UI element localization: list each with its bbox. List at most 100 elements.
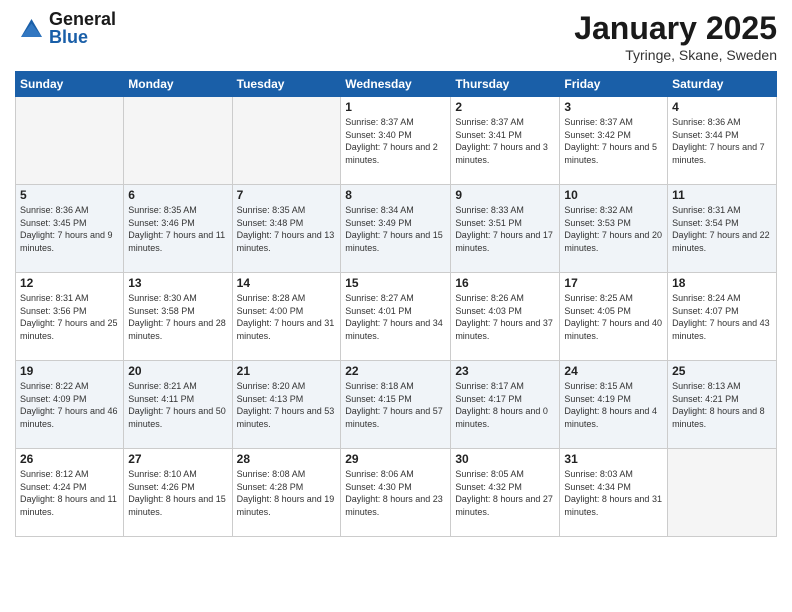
day-number: 12	[20, 276, 119, 290]
day-number: 25	[672, 364, 772, 378]
day-info: Sunrise: 8:05 AMSunset: 4:32 PMDaylight:…	[455, 468, 555, 518]
calendar-day: 3Sunrise: 8:37 AMSunset: 3:42 PMDaylight…	[560, 97, 668, 185]
calendar-day	[668, 449, 777, 537]
day-info: Sunrise: 8:31 AMSunset: 3:54 PMDaylight:…	[672, 204, 772, 254]
calendar-day: 6Sunrise: 8:35 AMSunset: 3:46 PMDaylight…	[124, 185, 232, 273]
calendar-day: 22 Sunrise: 8:18 AMSunset: 4:15 PMDayligh…	[341, 361, 451, 449]
day-info: Sunrise: 8:32 AMSunset: 3:53 PMDaylight:…	[564, 204, 663, 254]
calendar-day: 27Sunrise: 8:10 AMSunset: 4:26 PMDayligh…	[124, 449, 232, 537]
day-number: 9	[455, 188, 555, 202]
calendar-day: 17Sunrise: 8:25 AMSunset: 4:05 PMDayligh…	[560, 273, 668, 361]
day-info: Sunrise: 8:27 AMSunset: 4:01 PMDaylight:…	[345, 292, 446, 342]
day-number: 17	[564, 276, 663, 290]
day-info: Sunrise: 8:08 AMSunset: 4:28 PMDaylight:…	[237, 468, 337, 518]
calendar-day: 5 Sunrise: 8:36 AMSunset: 3:45 PMDaylight…	[16, 185, 124, 273]
calendar-day: 29Sunrise: 8:06 AMSunset: 4:30 PMDayligh…	[341, 449, 451, 537]
col-wednesday: Wednesday	[341, 72, 451, 97]
col-tuesday: Tuesday	[232, 72, 341, 97]
calendar-day: 21 Sunrise: 8:20 AMSunset: 4:13 PMDayligh…	[232, 361, 341, 449]
day-info: Sunrise: 8:33 AMSunset: 3:51 PMDaylight:…	[455, 204, 555, 254]
title-block: January 2025 Tyringe, Skane, Sweden	[574, 10, 777, 63]
calendar-week-4: 19 Sunrise: 8:22 AMSunset: 4:09 PMDayligh…	[16, 361, 777, 449]
day-number: 1	[345, 100, 446, 114]
location-subtitle: Tyringe, Skane, Sweden	[574, 47, 777, 63]
logo-text: General Blue	[49, 10, 116, 46]
calendar-day: 15 Sunrise: 8:27 AMSunset: 4:01 PMDayligh…	[341, 273, 451, 361]
page-container: General Blue January 2025 Tyringe, Skane…	[0, 0, 792, 542]
calendar-day: 26Sunrise: 8:12 AMSunset: 4:24 PMDayligh…	[16, 449, 124, 537]
calendar-day: 12 Sunrise: 8:31 AMSunset: 3:56 PMDayligh…	[16, 273, 124, 361]
calendar-day: 30 Sunrise: 8:05 AMSunset: 4:32 PMDayligh…	[451, 449, 560, 537]
logo: General Blue	[15, 10, 116, 46]
col-monday: Monday	[124, 72, 232, 97]
day-number: 2	[455, 100, 555, 114]
day-info: Sunrise: 8:21 AMSunset: 4:11 PMDaylight:…	[128, 380, 227, 430]
col-friday: Friday	[560, 72, 668, 97]
day-info: Sunrise: 8:37 AMSunset: 3:42 PMDaylight:…	[564, 116, 663, 166]
day-number: 26	[20, 452, 119, 466]
day-info: Sunrise: 8:22 AMSunset: 4:09 PMDaylight:…	[20, 380, 119, 430]
calendar-day	[16, 97, 124, 185]
logo-blue: Blue	[49, 28, 116, 46]
day-number: 15	[345, 276, 446, 290]
col-saturday: Saturday	[668, 72, 777, 97]
day-number: 31	[564, 452, 663, 466]
day-info: Sunrise: 8:37 AMSunset: 3:40 PMDaylight:…	[345, 116, 446, 166]
day-info: Sunrise: 8:20 AMSunset: 4:13 PMDaylight:…	[237, 380, 337, 430]
calendar-day: 8 Sunrise: 8:34 AMSunset: 3:49 PMDaylight…	[341, 185, 451, 273]
logo-icon	[15, 13, 45, 43]
calendar-day	[232, 97, 341, 185]
calendar-day: 31 Sunrise: 8:03 AMSunset: 4:34 PMDayligh…	[560, 449, 668, 537]
calendar-day: 19 Sunrise: 8:22 AMSunset: 4:09 PMDayligh…	[16, 361, 124, 449]
day-info: Sunrise: 8:06 AMSunset: 4:30 PMDaylight:…	[345, 468, 446, 518]
day-number: 8	[345, 188, 446, 202]
calendar-day: 1 Sunrise: 8:37 AMSunset: 3:40 PMDaylight…	[341, 97, 451, 185]
day-number: 5	[20, 188, 119, 202]
calendar-day: 13 Sunrise: 8:30 AMSunset: 3:58 PMDayligh…	[124, 273, 232, 361]
col-thursday: Thursday	[451, 72, 560, 97]
calendar-day: 7Sunrise: 8:35 AMSunset: 3:48 PMDaylight…	[232, 185, 341, 273]
day-info: Sunrise: 8:18 AMSunset: 4:15 PMDaylight:…	[345, 380, 446, 430]
day-number: 30	[455, 452, 555, 466]
calendar-day: 14Sunrise: 8:28 AMSunset: 4:00 PMDayligh…	[232, 273, 341, 361]
month-title: January 2025	[574, 10, 777, 47]
day-number: 21	[237, 364, 337, 378]
calendar-day: 11 Sunrise: 8:31 AMSunset: 3:54 PMDayligh…	[668, 185, 777, 273]
day-number: 22	[345, 364, 446, 378]
logo-general: General	[49, 10, 116, 28]
calendar-day: 10 Sunrise: 8:32 AMSunset: 3:53 PMDayligh…	[560, 185, 668, 273]
day-info: Sunrise: 8:30 AMSunset: 3:58 PMDaylight:…	[128, 292, 227, 342]
day-number: 27	[128, 452, 227, 466]
day-number: 23	[455, 364, 555, 378]
calendar-day: 18Sunrise: 8:24 AMSunset: 4:07 PMDayligh…	[668, 273, 777, 361]
calendar-day: 20 Sunrise: 8:21 AMSunset: 4:11 PMDayligh…	[124, 361, 232, 449]
day-info: Sunrise: 8:37 AMSunset: 3:41 PMDaylight:…	[455, 116, 555, 166]
calendar-day: 28 Sunrise: 8:08 AMSunset: 4:28 PMDayligh…	[232, 449, 341, 537]
day-number: 13	[128, 276, 227, 290]
day-number: 10	[564, 188, 663, 202]
calendar-day: 2 Sunrise: 8:37 AMSunset: 3:41 PMDaylight…	[451, 97, 560, 185]
day-info: Sunrise: 8:17 AMSunset: 4:17 PMDaylight:…	[455, 380, 555, 430]
day-info: Sunrise: 8:26 AMSunset: 4:03 PMDaylight:…	[455, 292, 555, 342]
calendar-day: 23 Sunrise: 8:17 AMSunset: 4:17 PMDayligh…	[451, 361, 560, 449]
day-number: 16	[455, 276, 555, 290]
col-sunday: Sunday	[16, 72, 124, 97]
day-number: 20	[128, 364, 227, 378]
day-info: Sunrise: 8:13 AMSunset: 4:21 PMDaylight:…	[672, 380, 772, 430]
calendar-day: 25 Sunrise: 8:13 AMSunset: 4:21 PMDayligh…	[668, 361, 777, 449]
day-info: Sunrise: 8:31 AMSunset: 3:56 PMDaylight:…	[20, 292, 119, 342]
day-info: Sunrise: 8:15 AMSunset: 4:19 PMDaylight:…	[564, 380, 663, 430]
calendar-week-1: 1 Sunrise: 8:37 AMSunset: 3:40 PMDaylight…	[16, 97, 777, 185]
calendar-week-5: 26Sunrise: 8:12 AMSunset: 4:24 PMDayligh…	[16, 449, 777, 537]
day-info: Sunrise: 8:36 AMSunset: 3:45 PMDaylight:…	[20, 204, 119, 254]
day-info: Sunrise: 8:34 AMSunset: 3:49 PMDaylight:…	[345, 204, 446, 254]
day-number: 19	[20, 364, 119, 378]
day-info: Sunrise: 8:24 AMSunset: 4:07 PMDaylight:…	[672, 292, 772, 342]
header-row: Sunday Monday Tuesday Wednesday Thursday…	[16, 72, 777, 97]
day-number: 24	[564, 364, 663, 378]
day-info: Sunrise: 8:03 AMSunset: 4:34 PMDaylight:…	[564, 468, 663, 518]
day-info: Sunrise: 8:35 AMSunset: 3:48 PMDaylight:…	[237, 204, 337, 254]
day-number: 11	[672, 188, 772, 202]
calendar-day	[124, 97, 232, 185]
day-number: 28	[237, 452, 337, 466]
